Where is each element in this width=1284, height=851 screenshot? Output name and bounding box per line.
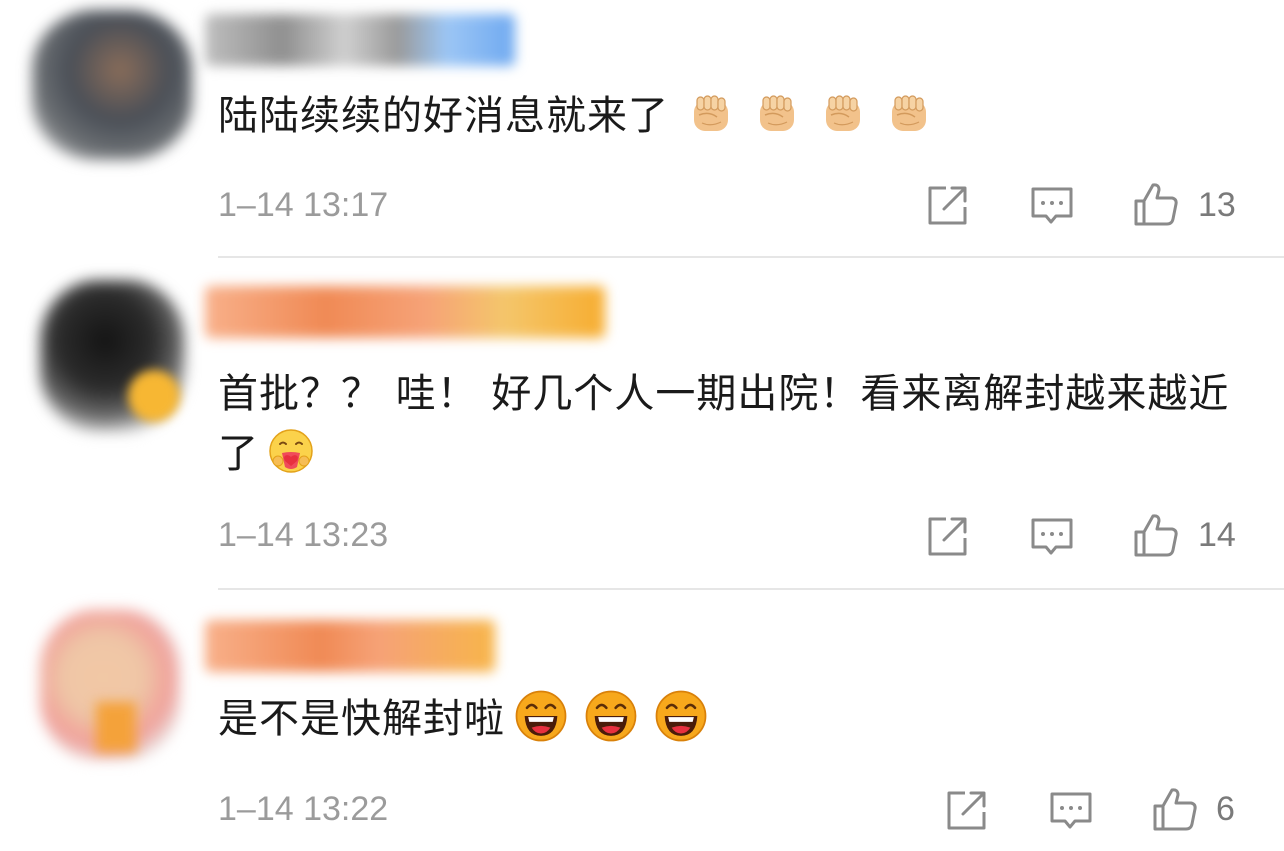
raised-fist-emoji-icon: [687, 89, 735, 137]
hugging-face-emoji-icon: [267, 427, 315, 475]
username[interactable]: [205, 620, 495, 672]
comment-item: 是不是快解封啦 1–14 13:22 6: [0, 590, 1284, 851]
comment-text: 首批？？ 哇！ 好几个人一期出院！看来离解封越来越近了: [218, 364, 1248, 484]
avatar[interactable]: [32, 10, 192, 160]
like-icon[interactable]: [1133, 512, 1179, 558]
like-count: 6: [1216, 790, 1235, 828]
laughing-face-emoji-icon: [513, 688, 569, 744]
laughing-face-emoji-icon: [583, 688, 639, 744]
avatar-badge: [96, 702, 136, 752]
comment-text: 是不是快解封啦: [218, 688, 1248, 749]
reply-icon[interactable]: [1029, 183, 1075, 229]
raised-fist-emoji-icon: [753, 89, 801, 137]
like-icon[interactable]: [1133, 181, 1179, 227]
username[interactable]: [205, 14, 515, 66]
share-icon[interactable]: [943, 788, 989, 834]
raised-fist-emoji-icon: [819, 89, 867, 137]
avatar-badge: [128, 370, 180, 422]
comment-timestamp: 1–14 13:22: [218, 790, 389, 828]
comment-timestamp: 1–14 13:17: [218, 186, 389, 224]
comment-text-content: 首批？？ 哇！ 好几个人一期出院！看来离解封越来越近了: [218, 371, 1230, 477]
share-icon[interactable]: [924, 514, 970, 560]
reply-icon[interactable]: [1029, 514, 1075, 560]
comment-timestamp: 1–14 13:23: [218, 516, 389, 554]
username[interactable]: [205, 286, 605, 338]
comment-text: 陆陆续续的好消息就来了: [218, 86, 1248, 146]
comment-text-content: 陆陆续续的好消息就来了: [218, 93, 669, 139]
comment-item: 陆陆续续的好消息就来了 1–14 13:17 13: [0, 0, 1284, 258]
like-icon[interactable]: [1152, 786, 1198, 832]
laughing-face-emoji-icon: [653, 688, 709, 744]
comment-item: 首批？？ 哇！ 好几个人一期出院！看来离解封越来越近了 1–14 13:23 1…: [0, 258, 1284, 590]
like-count: 13: [1198, 186, 1236, 224]
comment-text-content: 是不是快解封啦: [218, 696, 505, 742]
reply-icon[interactable]: [1048, 788, 1094, 834]
share-icon[interactable]: [924, 183, 970, 229]
raised-fist-emoji-icon: [885, 89, 933, 137]
like-count: 14: [1198, 516, 1236, 554]
